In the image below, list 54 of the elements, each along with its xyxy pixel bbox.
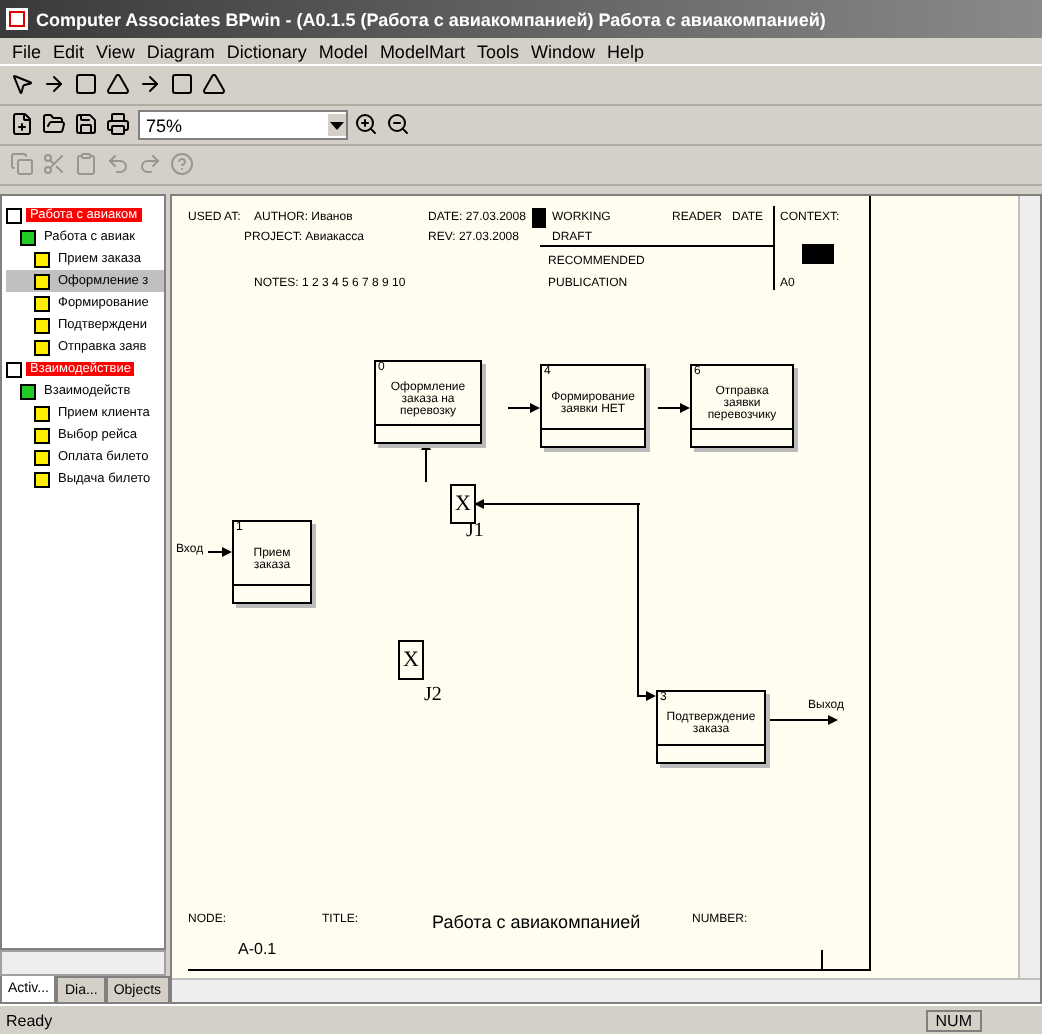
tree-node-icon <box>34 449 50 465</box>
horizontal-scrollbar[interactable] <box>172 978 1040 1002</box>
tree-node-icon <box>6 361 22 377</box>
menu-item[interactable]: Tools <box>476 41 519 61</box>
tree-node-icon <box>34 427 50 443</box>
menu-item[interactable]: Dictionary <box>226 41 307 61</box>
window-title: Computer Associates BPwin - (A0.1.5 (Работа с авиакомпанией) Работа с авиакомпанией) <box>0 0 1042 38</box>
vertical-scrollbar[interactable] <box>1018 196 1040 978</box>
toolbar-icon[interactable] <box>42 112 68 138</box>
menu-item[interactable]: Help <box>606 41 644 61</box>
menu-item[interactable]: ModelMart <box>379 41 465 61</box>
toolbar-icon[interactable] <box>10 112 36 138</box>
junction-label: J2 <box>424 684 442 706</box>
menu-item[interactable]: File <box>12 41 42 61</box>
tool-icon[interactable] <box>106 72 132 98</box>
menu-item[interactable]: Edit <box>53 41 85 61</box>
menu-item[interactable]: Window <box>530 41 595 61</box>
tree-node-icon <box>20 383 36 399</box>
tree-node-icon <box>34 251 50 267</box>
tree-node-icon <box>20 229 36 245</box>
arrow-line <box>507 403 540 413</box>
tool-icon[interactable] <box>170 72 196 98</box>
tool-icon[interactable] <box>202 72 228 98</box>
tree-node-icon <box>34 471 50 487</box>
zoom-icon[interactable] <box>386 112 412 138</box>
tree-node-icon <box>34 339 50 355</box>
toolbar-icon[interactable] <box>74 112 100 138</box>
menu-item[interactable]: View <box>96 41 135 61</box>
tree-node-icon <box>34 273 50 289</box>
diagram-title: Работа с авиакомпанией <box>432 912 641 932</box>
zoom-combo[interactable]: 75% <box>138 110 348 140</box>
tool-icon[interactable] <box>42 72 68 98</box>
junction-box[interactable]: X <box>398 640 424 680</box>
arrow-line <box>657 403 690 413</box>
diagram-number: A-0.1 <box>238 940 277 958</box>
tool-icon[interactable] <box>138 72 164 98</box>
tree-node-icon <box>34 405 50 421</box>
status-text: Ready <box>6 1011 53 1029</box>
tool-icon[interactable] <box>10 72 36 98</box>
context-marker <box>802 244 834 264</box>
menu-item[interactable]: Model <box>318 41 368 61</box>
menu-item[interactable]: Diagram <box>146 41 215 61</box>
status-marker <box>532 208 546 228</box>
tree-node-icon <box>34 317 50 333</box>
tree-node-icon <box>6 207 22 223</box>
tree-node-icon <box>34 295 50 311</box>
horizontal-scrollbar[interactable] <box>0 950 166 976</box>
tool-icon[interactable] <box>74 72 100 98</box>
num-lock-indicator: NUM <box>925 1009 982 1031</box>
toolbar-icon[interactable] <box>106 112 132 138</box>
app-icon <box>6 8 28 30</box>
zoom-icon[interactable] <box>354 112 380 138</box>
junction-box[interactable]: X <box>450 484 476 524</box>
arrow-line <box>207 547 232 557</box>
